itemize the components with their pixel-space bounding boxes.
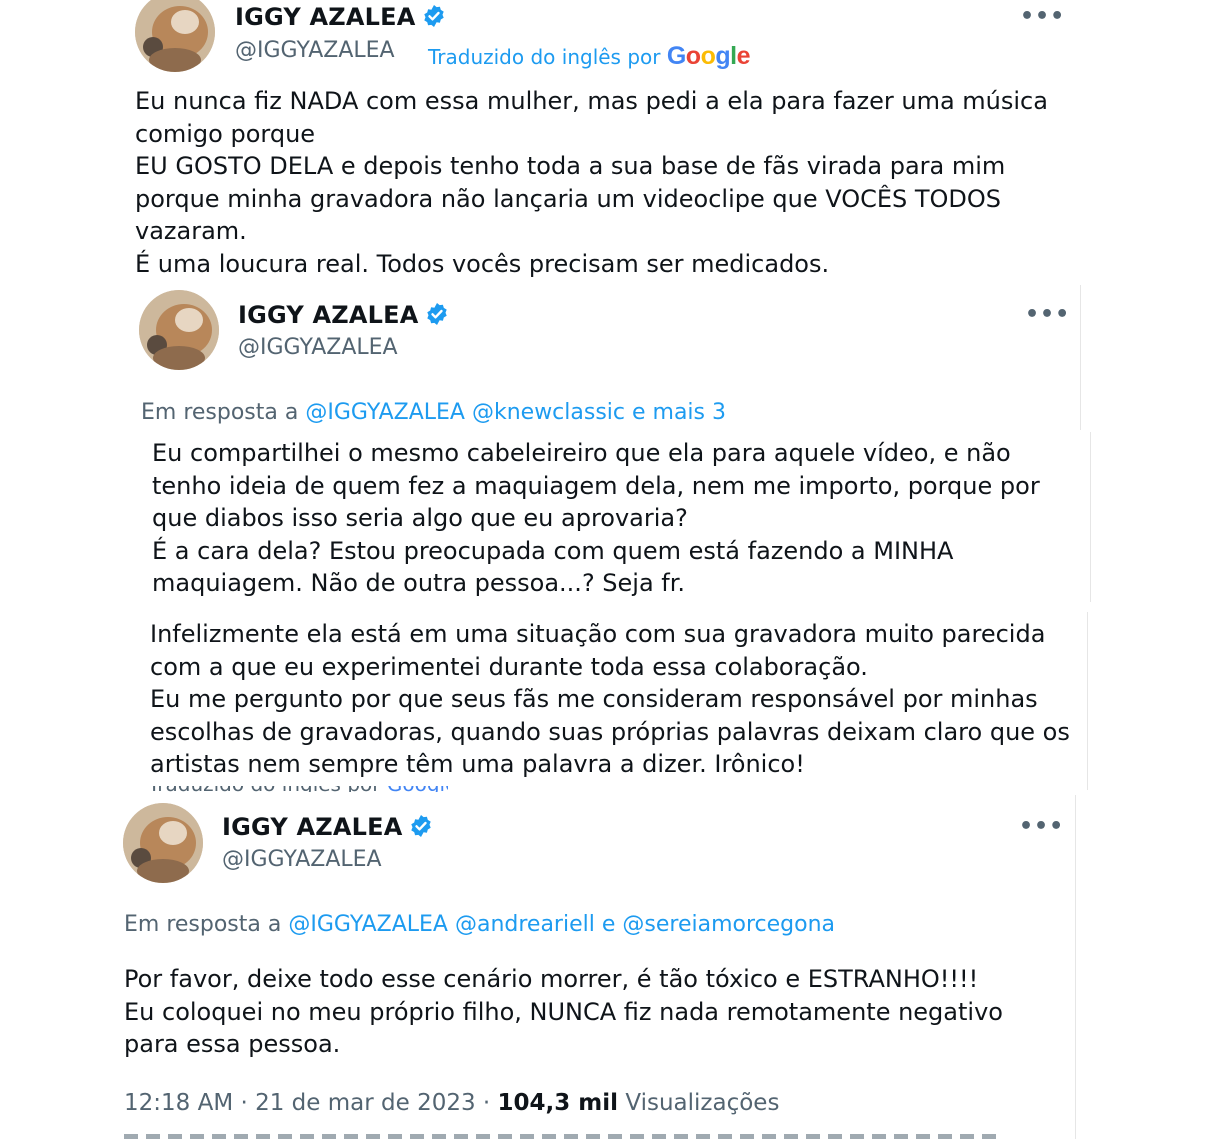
translated-prefix: Traduzido do inglês por [428, 45, 661, 69]
avatar-image [135, 0, 215, 72]
tweet-text: Eu nunca fiz NADA com essa mulher, mas p… [135, 87, 1048, 278]
tweet-metadata: 12:18 AM · 21 de mar de 2023 · 104,3 mil… [124, 1090, 779, 1116]
more-options-icon[interactable]: ••• [1019, 814, 1064, 839]
user-handle[interactable]: @IGGYAZALEA [235, 38, 395, 63]
user-handle[interactable]: @IGGYAZALEA [222, 847, 382, 872]
tweet-text: Infelizmente ela está em uma situação co… [150, 620, 1070, 778]
views-count: 104,3 mil [497, 1090, 619, 1116]
divider [1087, 612, 1088, 790]
mention-link[interactable]: @IGGYAZALEA [288, 912, 448, 937]
display-name[interactable]: IGGY AZALEA [238, 301, 449, 329]
mention-link[interactable]: @IGGYAZALEA [305, 400, 465, 425]
reply-context: Em resposta a @IGGYAZALEA @andreariell e… [124, 912, 836, 937]
google-logo: Google [666, 42, 751, 70]
verified-badge-icon [410, 815, 431, 837]
tweet-text: Por favor, deixe todo esse cenário morre… [124, 965, 1003, 1058]
user-handle[interactable]: @IGGYAZALEA [238, 335, 398, 360]
tweet-text: Eu compartilhei o mesmo cabeleireiro que… [152, 439, 1040, 597]
mention-link[interactable]: @sereiamorcegona [622, 912, 835, 937]
cropped-translation-line: Traduzido do inglês por Google [148, 786, 448, 792]
mention-link[interactable]: @andreariell [455, 912, 595, 937]
more-options-icon[interactable]: ••• [1020, 4, 1065, 29]
avatar[interactable] [135, 0, 215, 72]
avatar-image [123, 803, 203, 883]
verified-badge-icon [426, 303, 447, 325]
divider [1090, 432, 1091, 602]
mention-link[interactable]: @knewclassic e mais 3 [472, 400, 726, 425]
reply-context: Em resposta a @IGGYAZALEA @knewclassic e… [141, 400, 726, 425]
reply-conjunction: e [601, 912, 616, 937]
divider [1075, 795, 1076, 1139]
display-name[interactable]: IGGY AZALEA [235, 3, 446, 31]
timestamp[interactable]: 12:18 AM · 21 de mar de 2023 · [124, 1090, 490, 1116]
divider [1080, 285, 1081, 430]
views-label: Visualizações [625, 1090, 780, 1116]
more-options-icon[interactable]: ••• [1025, 302, 1070, 327]
avatar[interactable] [139, 290, 219, 370]
avatar[interactable] [123, 803, 203, 883]
cropped-bottom-line [124, 1134, 1024, 1139]
verified-badge-icon [423, 5, 444, 27]
translated-by-google[interactable]: Traduzido do inglês por Google [428, 42, 751, 71]
avatar-image [139, 290, 219, 370]
display-name[interactable]: IGGY AZALEA [222, 813, 433, 841]
